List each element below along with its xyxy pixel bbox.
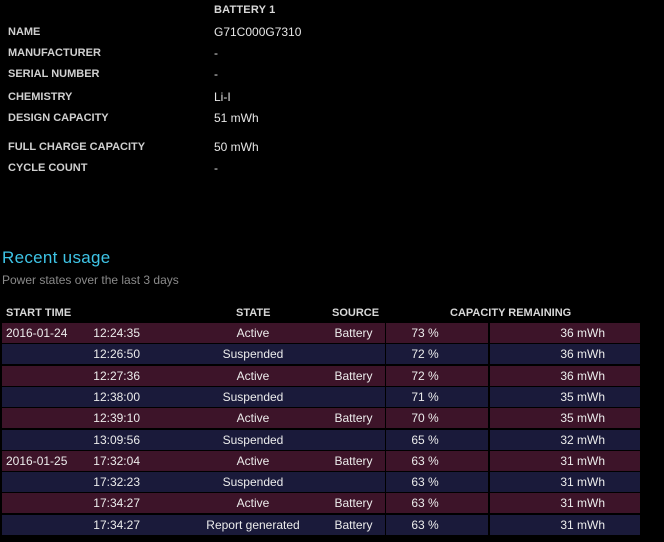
cell-percent: 71 %: [386, 387, 488, 407]
cell-state: Active: [158, 408, 348, 428]
cell-time: 12:27:36: [82, 366, 158, 386]
section-subtitle: Power states over the last 3 days: [2, 273, 179, 287]
cell-mwh: 31 mWh: [490, 515, 640, 535]
cell-state: Active: [158, 323, 348, 343]
info-value: 50 mWh: [214, 140, 259, 154]
cell-mwh: 31 mWh: [490, 493, 640, 513]
cell-mwh: 35 mWh: [490, 408, 640, 428]
cell-state: Active: [158, 493, 348, 513]
cell-source: [322, 344, 385, 364]
cell-mwh: 36 mWh: [490, 344, 640, 364]
table-row: 12:38:00 Suspended 71 % 35 mWh: [0, 387, 664, 408]
battery-header: BATTERY 1: [214, 4, 276, 16]
table-row: 17:34:27 Report generated Battery 63 % 31 mW…: [0, 515, 664, 536]
cell-time: 17:34:27: [82, 515, 158, 535]
cell-percent: 63 %: [386, 451, 488, 471]
info-value: -: [214, 161, 218, 175]
cell-state: Report generated: [158, 515, 348, 535]
cell-date: [2, 430, 82, 450]
info-label: SERIAL NUMBER: [8, 68, 100, 80]
col-source: SOURCE: [332, 307, 380, 319]
section-title: Recent usage: [2, 248, 111, 267]
cell-source: Battery: [322, 451, 385, 471]
cell-source: Battery: [322, 408, 385, 428]
cell-percent: 70 %: [386, 408, 488, 428]
cell-date: [2, 515, 82, 535]
info-row: SERIAL NUMBER -: [0, 64, 664, 84]
info-value: -: [214, 67, 218, 81]
info-label: CHEMISTRY: [8, 91, 73, 103]
info-value: G71C000G7310: [214, 25, 302, 39]
cell-mwh: 36 mWh: [490, 323, 640, 343]
cell-state: Active: [158, 451, 348, 471]
table-row: 13:09:56 Suspended 65 % 32 mWh: [0, 430, 664, 451]
info-label: FULL CHARGE CAPACITY: [8, 141, 146, 153]
info-row: NAME G71C000G7310: [0, 22, 664, 42]
cell-date: [2, 493, 82, 513]
cell-date: 2016-01-24: [2, 323, 82, 343]
info-row: CYCLE COUNT -: [0, 158, 664, 178]
info-label: DESIGN CAPACITY: [8, 112, 109, 124]
cell-date: [2, 408, 82, 428]
table-row: 2016-01-24 12:24:35 Active Battery 73 % 36 mW…: [0, 323, 664, 344]
cell-percent: 72 %: [386, 344, 488, 364]
cell-date: 2016-01-25: [2, 451, 82, 471]
col-capacity-remaining: CAPACITY REMAINING: [450, 307, 572, 319]
table-row: 12:26:50 Suspended 72 % 36 mWh: [0, 344, 664, 365]
cell-time: 12:24:35: [82, 323, 158, 343]
info-row: MANUFACTURER -: [0, 43, 664, 63]
cell-state: Active: [158, 366, 348, 386]
cell-percent: 63 %: [386, 472, 488, 492]
table-row: 12:39:10 Active Battery 70 % 35 mWh: [0, 408, 664, 429]
col-start-time: START TIME: [6, 307, 72, 319]
cell-state: Suspended: [158, 387, 348, 407]
cell-mwh: 31 mWh: [490, 451, 640, 471]
info-row: CHEMISTRY Li-I: [0, 87, 664, 107]
cell-source: [322, 472, 385, 492]
info-label: CYCLE COUNT: [8, 162, 88, 174]
cell-percent: 63 %: [386, 493, 488, 513]
cell-mwh: 35 mWh: [490, 387, 640, 407]
cell-state: Suspended: [158, 430, 348, 450]
info-label: NAME: [8, 26, 41, 38]
cell-time: 12:26:50: [82, 344, 158, 364]
col-state: STATE: [236, 307, 271, 319]
table-row: 12:27:36 Active Battery 72 % 36 mWh: [0, 366, 664, 387]
cell-source: Battery: [322, 493, 385, 513]
cell-mwh: 32 mWh: [490, 430, 640, 450]
cell-percent: 73 %: [386, 323, 488, 343]
info-value: 51 mWh: [214, 111, 259, 125]
cell-source: Battery: [322, 323, 385, 343]
cell-time: 13:09:56: [82, 430, 158, 450]
info-label: MANUFACTURER: [8, 47, 101, 59]
cell-percent: 65 %: [386, 430, 488, 450]
cell-time: 17:32:04: [82, 451, 158, 471]
cell-mwh: 36 mWh: [490, 366, 640, 386]
cell-date: [2, 344, 82, 364]
info-row: DESIGN CAPACITY 51 mWh: [0, 108, 664, 128]
table-row: 2016-01-25 17:32:04 Active Battery 63 % 31 mW…: [0, 451, 664, 472]
cell-time: 12:39:10: [82, 408, 158, 428]
cell-date: [2, 366, 82, 386]
cell-state: Suspended: [158, 344, 348, 364]
cell-source: [322, 430, 385, 450]
cell-source: [322, 387, 385, 407]
cell-mwh: 31 mWh: [490, 472, 640, 492]
usage-table-header: START TIME STATE SOURCE CAPACITY REMAINI…: [0, 304, 664, 322]
cell-date: [2, 472, 82, 492]
info-value: Li-I: [214, 90, 231, 104]
cell-state: Suspended: [158, 472, 348, 492]
cell-date: [2, 387, 82, 407]
cell-percent: 72 %: [386, 366, 488, 386]
cell-source: Battery: [322, 366, 385, 386]
cell-percent: 63 %: [386, 515, 488, 535]
info-value: -: [214, 46, 218, 60]
cell-time: 12:38:00: [82, 387, 158, 407]
info-row: FULL CHARGE CAPACITY 50 mWh: [0, 137, 664, 157]
cell-source: Battery: [322, 515, 385, 535]
table-row: 17:32:23 Suspended 63 % 31 mWh: [0, 472, 664, 493]
table-row: 17:34:27 Active Battery 63 % 31 mWh: [0, 493, 664, 514]
cell-time: 17:32:23: [82, 472, 158, 492]
cell-time: 17:34:27: [82, 493, 158, 513]
